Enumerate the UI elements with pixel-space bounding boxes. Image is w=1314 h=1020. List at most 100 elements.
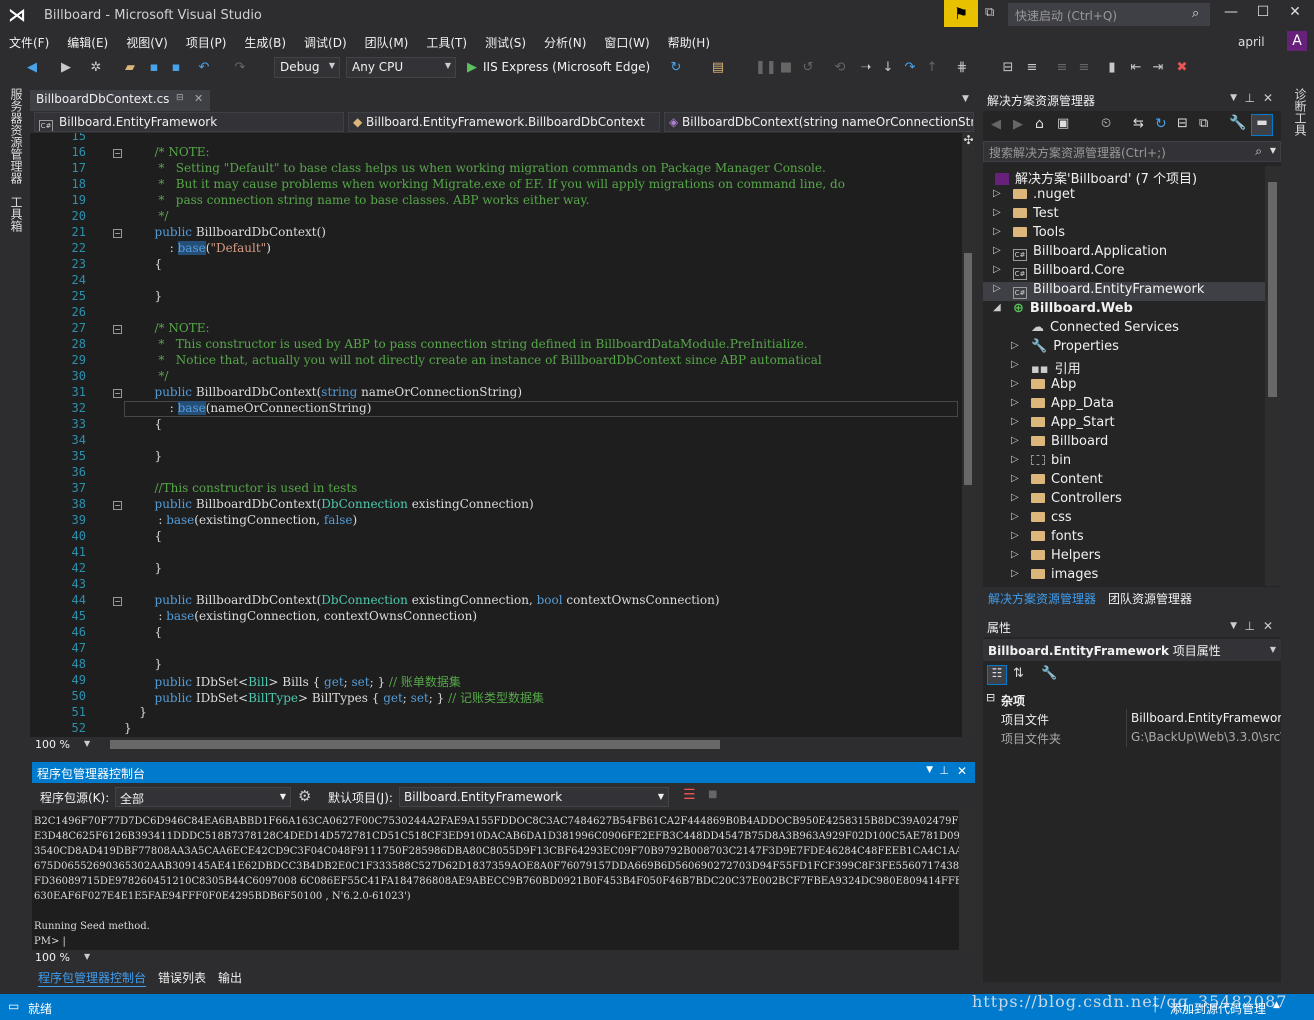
pm-zoom[interactable]: 100 % <box>35 951 70 964</box>
undo-icon[interactable]: ↶ <box>196 58 212 78</box>
pm-pin-icon[interactable]: ⊥ <box>939 764 949 777</box>
fold-toggle-icon[interactable]: − <box>113 501 122 510</box>
sol-refresh-icon[interactable]: ↻ <box>1155 116 1167 132</box>
expand-arrow-icon[interactable]: ▷ <box>1011 454 1019 465</box>
expand-arrow-icon[interactable]: ▷ <box>1011 378 1019 389</box>
solution-config-select[interactable]: Debug ▼ <box>274 57 340 78</box>
minimize-button[interactable]: — <box>1216 4 1246 24</box>
menu-build[interactable]: 生成(B) <box>235 32 295 53</box>
clear-console-icon[interactable]: ☰ <box>683 787 696 803</box>
properties-pin-icon[interactable]: ⊥ <box>1245 619 1255 633</box>
tree-item[interactable]: ▷ Controllers <box>1011 491 1122 510</box>
editor-horizontal-scrollbar[interactable] <box>110 740 720 749</box>
hot-reload-icon[interactable]: ⟲ <box>832 58 848 78</box>
clear-bookmarks-icon[interactable]: ✖ <box>1174 58 1190 78</box>
settings-gear-icon[interactable]: ⚙ <box>298 787 311 805</box>
menu-edit[interactable]: 编辑(E) <box>58 32 117 53</box>
pm-source-select[interactable]: 全部 ▼ <box>115 787 291 807</box>
tree-item[interactable]: ▷ Content <box>1011 472 1103 491</box>
show-next-statement-icon[interactable]: ➝ <box>858 58 874 78</box>
navigate-icon[interactable]: ⊟ <box>1000 58 1016 78</box>
tree-item[interactable]: ▷ 🔧 Properties <box>1011 339 1119 358</box>
preview-selected-icon[interactable]: ▬ <box>1251 114 1273 136</box>
open-file-icon[interactable]: ▰ <box>122 58 138 78</box>
tab-team-explorer[interactable]: 团队资源管理器 <box>1108 590 1192 607</box>
properties-dropdown-icon[interactable]: ▼ <box>1230 621 1237 631</box>
maximize-button[interactable]: ☐ <box>1248 4 1278 24</box>
server-explorer-tab[interactable]: 服务器资源管理器 <box>8 88 25 184</box>
tab-package-manager-console[interactable]: 程序包管理器控制台 <box>38 969 147 987</box>
collapse-arrow-icon[interactable]: ◢ <box>993 302 1001 313</box>
tree-item[interactable]: ▷ Tools <box>993 225 1065 244</box>
save-icon[interactable]: ▪ <box>146 58 162 78</box>
expand-arrow-icon[interactable]: ▷ <box>993 245 1001 256</box>
solution-search-input[interactable]: 搜索解决方案资源管理器(Ctrl+;) ⌕ ▼ <box>983 141 1281 162</box>
tab-error-list[interactable]: 错误列表 <box>158 969 206 986</box>
add-to-source-control-button[interactable]: 添加到源代码管理 <box>1170 1000 1266 1017</box>
solution-tree[interactable]: 解决方案'Billboard' (7 个项目) ▷ .nuget ▷ Test ▷ T… <box>983 166 1265 586</box>
menu-project[interactable]: 项目(P) <box>177 32 236 53</box>
redo-icon[interactable]: ↷ <box>232 58 248 78</box>
step-over-icon[interactable]: ↷ <box>902 58 918 78</box>
tree-item[interactable]: ▷ App_Data <box>1011 396 1114 415</box>
tree-item[interactable]: ▷ fonts <box>1011 529 1084 548</box>
categorized-icon[interactable]: ☷ <box>987 665 1007 685</box>
menu-analyze[interactable]: 分析(N) <box>535 32 595 53</box>
restart-icon[interactable]: ↺ <box>800 58 816 78</box>
expand-arrow-icon[interactable]: ▷ <box>1011 530 1019 541</box>
expand-arrow-icon[interactable]: ▷ <box>1011 397 1019 408</box>
pm-close-icon[interactable]: ✕ <box>957 764 967 778</box>
menu-help[interactable]: 帮助(H) <box>659 32 719 53</box>
expand-arrow-icon[interactable]: ▷ <box>993 207 1001 218</box>
editor-zoom[interactable]: 100 % <box>35 738 70 751</box>
pm-console-output[interactable]: B2C1496F70F77D7DC6D946C84EA6BABBD1F66A16… <box>32 810 959 950</box>
tree-item[interactable]: ▷ C# Billboard.Core <box>993 263 1125 282</box>
property-pages-icon[interactable]: 🔧 <box>1041 666 1057 681</box>
expand-arrow-icon[interactable]: ▷ <box>1011 549 1019 560</box>
expand-arrow-icon[interactable]: ▷ <box>993 188 1001 199</box>
nav-class-select[interactable]: ◆ Billboard.EntityFramework.BillboardDbC… <box>348 112 660 132</box>
expand-arrow-icon[interactable]: ▷ <box>1011 416 1019 427</box>
tab-solution-explorer[interactable]: 解决方案资源管理器 <box>988 590 1096 607</box>
properties-wrench-icon[interactable]: 🔧 <box>1229 115 1246 131</box>
solution-pin-icon[interactable]: ⊥ <box>1245 91 1255 105</box>
platform-select[interactable]: Any CPU ▼ <box>346 57 456 78</box>
expand-arrow-icon[interactable]: ▷ <box>993 283 1001 294</box>
tree-item[interactable]: ▷ Abp <box>1011 377 1076 396</box>
switch-views-icon[interactable]: ▣ <box>1057 116 1069 131</box>
bookmark-icon[interactable]: ▮ <box>1104 58 1120 78</box>
menu-tools[interactable]: 工具(T) <box>417 32 476 53</box>
fold-toggle-icon[interactable]: − <box>113 389 122 398</box>
pause-icon[interactable]: ❚❚ <box>755 58 777 78</box>
tree-item[interactable]: ▷ App_Start <box>1011 415 1115 434</box>
tab-overflow-icon[interactable]: ▼ <box>962 94 969 104</box>
tree-item[interactable]: ▷ Helpers <box>1011 548 1101 567</box>
stop-command-icon[interactable]: ■ <box>708 789 717 800</box>
tree-item[interactable]: ▷ ▪▪ 引用 <box>1011 358 1081 377</box>
tree-item[interactable]: ▷ images <box>1011 567 1098 586</box>
indent-icon[interactable]: ≡ <box>1054 58 1070 78</box>
tree-item[interactable]: ▷ bin <box>1011 453 1071 472</box>
collapse-category-icon[interactable]: ⊟ <box>986 691 995 704</box>
next-bookmark-icon[interactable]: ⇥ <box>1150 58 1166 78</box>
editor-scroll-thumb[interactable] <box>964 253 972 485</box>
solution-close-icon[interactable]: ✕ <box>1263 91 1273 105</box>
close-window-button[interactable]: ✕ <box>1280 4 1310 24</box>
tree-item[interactable]: ☁ Connected Services <box>1031 320 1179 339</box>
fold-toggle-icon[interactable]: − <box>113 149 122 158</box>
menu-window[interactable]: 窗口(W) <box>595 32 658 53</box>
code-editor[interactable]: 15 16 17 18 19 20 21 22 23 24 25 26 27 2… <box>30 133 975 737</box>
sol-forward-icon[interactable]: ▶ <box>1013 117 1023 132</box>
expand-arrow-icon[interactable]: ▷ <box>993 226 1001 237</box>
pm-dropdown-icon[interactable]: ▼ <box>926 765 933 775</box>
quick-launch-input[interactable]: 快速启动 (Ctrl+Q) <box>1008 3 1210 26</box>
expand-arrow-icon[interactable]: ▷ <box>1011 340 1019 351</box>
fold-toggle-icon[interactable]: − <box>113 597 122 606</box>
step-into-icon[interactable]: ↓ <box>880 58 896 78</box>
console-prompt[interactable]: PM> | <box>34 936 66 947</box>
home-icon[interactable]: ⌂ <box>1035 116 1044 132</box>
pm-project-select[interactable]: Billboard.EntityFramework ▼ <box>399 787 669 807</box>
expand-arrow-icon[interactable]: ▷ <box>1011 473 1019 484</box>
properties-close-icon[interactable]: ✕ <box>1263 619 1273 633</box>
expand-arrow-icon[interactable]: ▷ <box>1011 435 1019 446</box>
